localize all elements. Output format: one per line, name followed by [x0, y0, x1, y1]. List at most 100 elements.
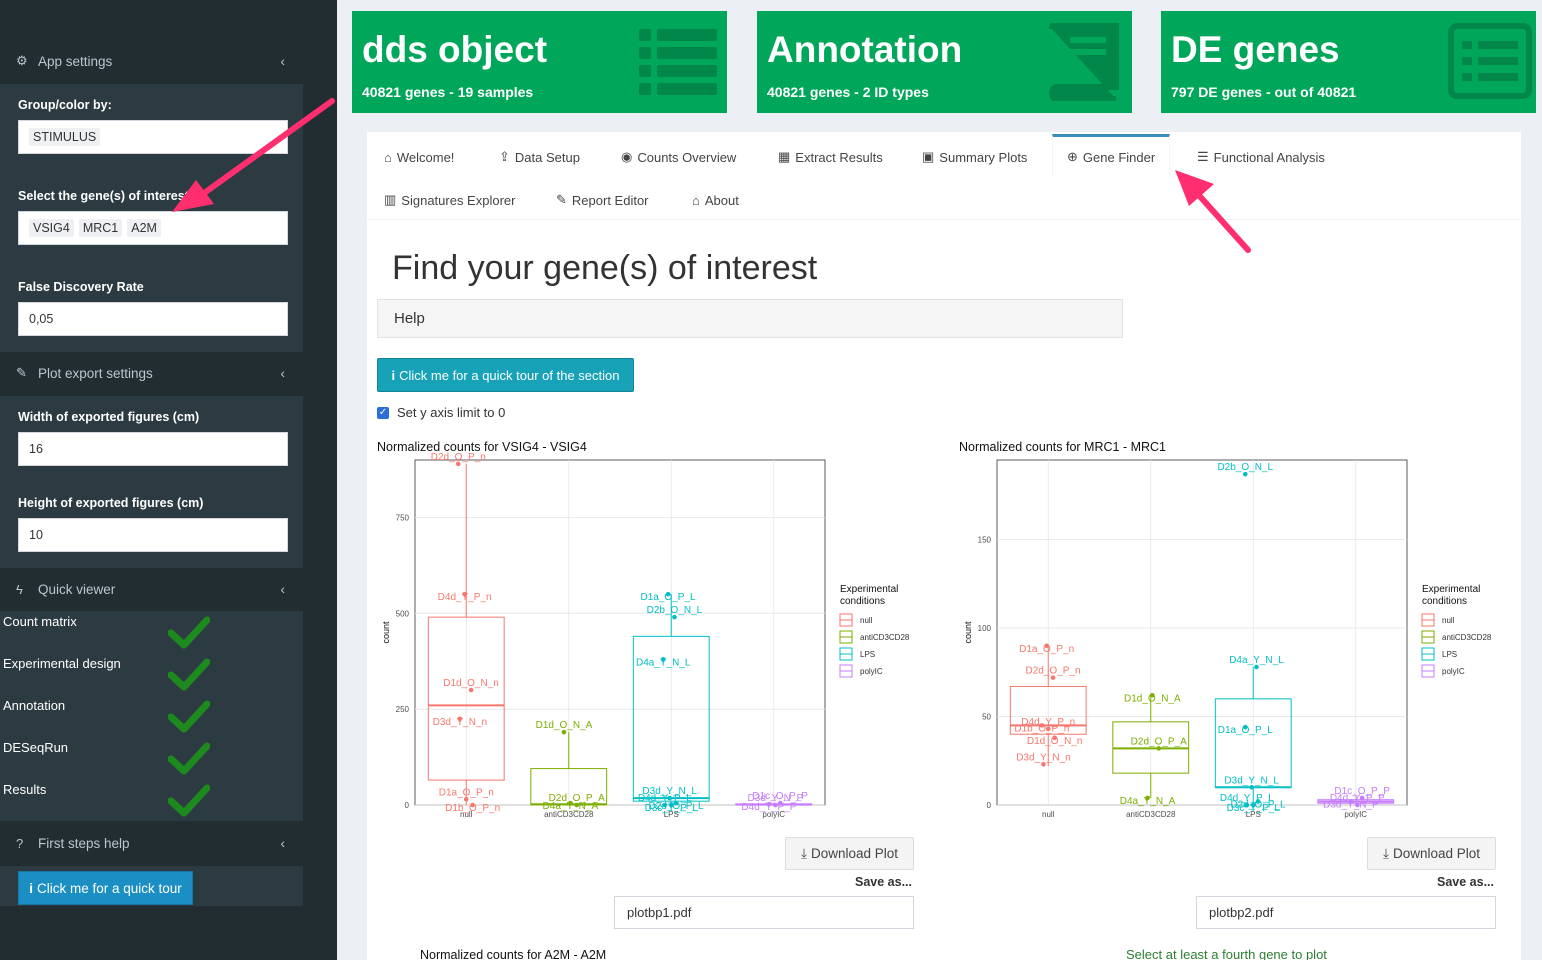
legend-label: LPS [1442, 650, 1457, 659]
y-tick-label: 150 [978, 536, 992, 545]
eye-icon: ◉ [621, 149, 633, 164]
legend-label: antiCD3CD28 [1442, 633, 1492, 642]
upload-icon: ⇪ [499, 149, 510, 164]
qv-annotation: Annotation [3, 698, 66, 713]
point-label: D3d_Y_N_n [433, 717, 487, 728]
download-label: Download Plot [810, 846, 899, 861]
point-label: D3c_Y_P_L [645, 803, 699, 814]
filename-input-2[interactable]: plotbp2.pdf [1196, 896, 1496, 929]
valuebox-annotation: Annotation 40821 genes - 2 ID types [757, 11, 1132, 113]
x-tick-label: null [1042, 810, 1055, 819]
qv-experimental-design: Experimental design [3, 656, 121, 671]
ylimit-checkbox[interactable]: ✓ Set y axis limit to 0 [377, 405, 505, 420]
tab-functional-analysis[interactable]: ☰ Functional Analysis [1183, 137, 1339, 177]
legend-title: Experimental [1422, 584, 1480, 595]
plot-export-panel: Width of exported figures (cm) 16 Height… [0, 396, 303, 568]
question-circle-icon: ? [16, 835, 24, 851]
crosshairs-icon: ⊕ [1067, 149, 1078, 164]
point-label: D3c_Y_P_L [1227, 803, 1281, 814]
tab-signatures-explorer[interactable]: ▥ Signatures Explorer [370, 180, 529, 220]
point-label: D3d_Y_N_L [1224, 775, 1279, 786]
legend-title: conditions [1422, 596, 1467, 607]
tab-about[interactable]: ⌂ About [678, 180, 753, 220]
tab-label: Welcome! [396, 149, 455, 165]
sidebar-section-app-settings[interactable]: ⚙ App settings ‹ [0, 41, 303, 81]
y-tick-label: 100 [978, 624, 992, 633]
tab-gene-finder[interactable]: ⊕ Gene Finder [1052, 134, 1171, 177]
tab-welcome[interactable]: ⌂ Welcome! [370, 137, 468, 177]
section-tour-button[interactable]: i Click me for a quick tour of the secti… [377, 358, 634, 392]
list-icon [639, 29, 717, 95]
download-plot-2-button[interactable]: ⤓ Download Plot [1367, 837, 1496, 870]
tab-label: Report Editor [571, 192, 649, 208]
valuebox-title: dds object [362, 29, 548, 70]
gene-tag[interactable]: VSIG4 [29, 219, 74, 237]
width-input[interactable]: 16 [18, 432, 288, 466]
sidebar-tour-button[interactable]: i Click me for a quick tour [18, 871, 193, 905]
y-tick-label: 0 [987, 801, 992, 810]
valuebox-title: Annotation [767, 29, 963, 70]
legend-label: null [860, 616, 873, 625]
sidebar: ⚙ App settings ‹ Group/color by: STIMULU… [0, 0, 337, 960]
boxplot-vsig4: Normalized counts for VSIG4 - VSIG402505… [377, 440, 910, 819]
legend-label: polyIC [860, 667, 883, 676]
width-label: Width of exported figures (cm) [18, 410, 200, 424]
point-label: D4d_Y_P_n [438, 592, 492, 603]
tab-label: Counts Overview [637, 149, 737, 165]
tab-label: Functional Analysis [1213, 149, 1325, 165]
tab-report-editor[interactable]: ✎ Report Editor [542, 180, 663, 220]
filename-value: plotbp1.pdf [627, 905, 692, 920]
plot-panel [414, 459, 826, 806]
chevron-left-icon: ‹ [280, 365, 285, 381]
download-label: Download Plot [1392, 846, 1481, 861]
fdr-input[interactable]: 0,05 [18, 302, 288, 336]
fdr-label: False Discovery Rate [18, 280, 144, 294]
list-alt-icon [1448, 23, 1532, 99]
point-label: D1a_O_P_n [439, 787, 494, 798]
group-select[interactable]: STIMULUS [18, 120, 288, 154]
tab-counts-overview[interactable]: ◉ Counts Overview [607, 137, 750, 177]
tab-summary-plots[interactable]: ▣ Summary Plots [908, 137, 1041, 177]
sidebar-section-quick-viewer[interactable]: ϟ Quick viewer ‹ [0, 569, 303, 609]
chevron-left-icon: ‹ [280, 581, 285, 597]
height-input[interactable]: 10 [18, 518, 288, 552]
x-tick-label: polyIC [1344, 810, 1367, 819]
tab-label: Extract Results [795, 149, 883, 165]
legend-label: null [1442, 616, 1455, 625]
section-label: App settings [38, 53, 113, 69]
tour-button-label: Click me for a quick tour of the section [399, 367, 620, 383]
tab-extract-results[interactable]: ▦ Extract Results [764, 137, 897, 177]
book-icon [1048, 23, 1119, 101]
gene-tag[interactable]: MRC1 [78, 219, 123, 237]
help-collapse[interactable]: Help [377, 299, 1123, 338]
filename-input-1[interactable]: plotbp1.pdf [614, 896, 914, 929]
page-title: Find your gene(s) of interest [392, 249, 818, 287]
gene-tag[interactable]: A2M [127, 219, 161, 237]
tab-data-setup[interactable]: ⇪ Data Setup [485, 137, 594, 177]
tab-bar: ⌂ Welcome! ⇪ Data Setup ◉ Counts Overview ▦… [367, 132, 1521, 220]
tab-label: Signatures Explorer [401, 192, 516, 208]
tab-label: Data Setup [514, 149, 580, 165]
download-plot-1-button[interactable]: ⤓ Download Plot [785, 837, 914, 870]
download-icon: ⤓ [800, 845, 807, 861]
quick-viewer-panel: Count matrix Experimental design Annotat… [0, 611, 303, 821]
genes-label: Select the gene(s) of interest [18, 189, 189, 203]
tab-label: Gene Finder [1082, 149, 1156, 165]
width-value: 16 [29, 442, 43, 456]
sidebar-section-plot-export[interactable]: ✎ Plot export settings ‹ [0, 353, 303, 393]
check-icon [168, 616, 210, 649]
legend-title: conditions [840, 596, 885, 607]
home-icon: ⌂ [384, 149, 392, 165]
sidebar-section-first-steps[interactable]: ? First steps help ‹ [0, 823, 303, 863]
checkbox-checked-icon[interactable]: ✓ [377, 406, 389, 419]
point-label: D4a_Y_N_A [1120, 796, 1176, 807]
info-icon: i [29, 880, 33, 896]
genes-select[interactable]: VSIG4 MRC1 A2M [18, 211, 288, 245]
point-label: D2d_O_P_A [549, 793, 605, 804]
point-label: D1a_O_P_n [1019, 644, 1074, 655]
download-icon: ⤓ [1382, 845, 1389, 861]
filename-value: plotbp2.pdf [1209, 905, 1274, 920]
point-label: D1a_O_P_L [641, 592, 696, 603]
tour-button-label: Click me for a quick tour [36, 880, 182, 896]
x-tick-label: antiCD3CD28 [1126, 810, 1176, 819]
